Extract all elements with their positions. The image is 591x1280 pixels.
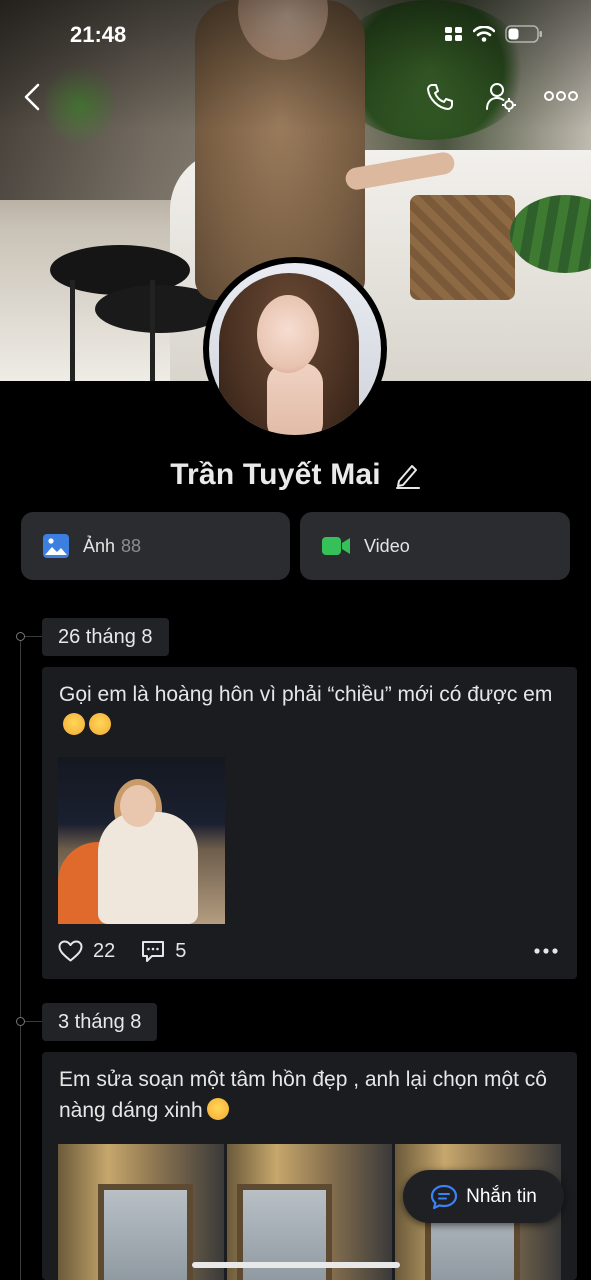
avatar[interactable] [203,257,387,441]
timeline-dot [16,1017,25,1026]
post-photo[interactable] [58,757,225,924]
videos-label: Video [364,535,410,556]
comment-button[interactable]: 5 [141,940,186,963]
avatar-face [257,295,319,373]
timeline-tick [25,1021,42,1022]
comment-count: 5 [175,939,187,962]
cover-stool-leg [70,280,75,381]
post-photo-head [120,785,156,827]
post-caption: Gọi em là hoàng hôn vì phải “chiều” mới … [42,667,577,741]
post-caption-text: Gọi em là hoàng hôn vì phải “chiều” mới … [59,683,553,706]
status-time: 21:48 [70,22,127,47]
signal-icon [445,27,462,41]
videos-button[interactable]: Video [300,512,570,580]
post-photo[interactable] [58,1144,224,1280]
battery-icon [505,25,542,43]
like-count: 22 [93,939,116,962]
timeline-tick [25,636,42,637]
post-date: 3 tháng 8 [42,1003,158,1041]
post-caption-text: Em sửa soạn một tâm hồn đẹp , anh lại ch… [59,1068,547,1122]
wifi-icon [473,26,495,42]
cover-stool-leg [150,280,155,381]
avatar-neck [267,363,323,435]
image-icon [43,534,69,558]
post-photo[interactable] [226,1144,393,1280]
smiling-hearts-emoji-icon [63,713,85,735]
message-button[interactable]: Nhắn tin [403,1170,564,1223]
edit-pencil-icon[interactable] [395,461,421,489]
chat-bubble-icon [431,1184,458,1209]
home-indicator[interactable] [192,1262,400,1268]
timeline-dot [16,632,25,641]
profile-name-row: Trần Tuyết Mai [0,458,591,492]
photos-count: 88 [121,535,142,556]
avatar-photo [209,263,381,435]
phone-icon[interactable] [425,82,455,112]
post-more-icon[interactable] [533,947,559,955]
post-card[interactable]: Em sửa soạn một tâm hồn đẹp , anh lại ch… [42,1052,577,1280]
timeline-line [20,635,21,1280]
post-date: 26 tháng 8 [42,618,169,656]
post-card[interactable]: Gọi em là hoàng hôn vì phải “chiều” mới … [42,667,577,979]
elevator-door [98,1184,193,1280]
profile-name: Trần Tuyết Mai [170,458,381,491]
user-settings-icon[interactable] [485,82,517,112]
cover-handbag [410,195,515,300]
photos-button[interactable]: Ảnh 88 [21,512,290,580]
post-photo-dress [98,812,198,924]
photos-label: Ảnh [83,535,116,556]
back-arrow-icon[interactable] [20,82,46,112]
more-options-icon[interactable] [544,90,578,102]
comment-icon [142,940,165,962]
smiling-hearts-emoji-icon [89,713,111,735]
video-camera-icon [322,537,350,555]
post-caption: Em sửa soạn một tâm hồn đẹp , anh lại ch… [42,1052,577,1126]
upside-down-face-emoji-icon [206,1098,229,1120]
post-actions: 22 5 [58,937,559,965]
heart-icon [58,940,83,962]
like-button[interactable]: 22 [58,940,115,963]
status-icons [445,25,543,43]
message-label: Nhắn tin [466,1185,537,1207]
